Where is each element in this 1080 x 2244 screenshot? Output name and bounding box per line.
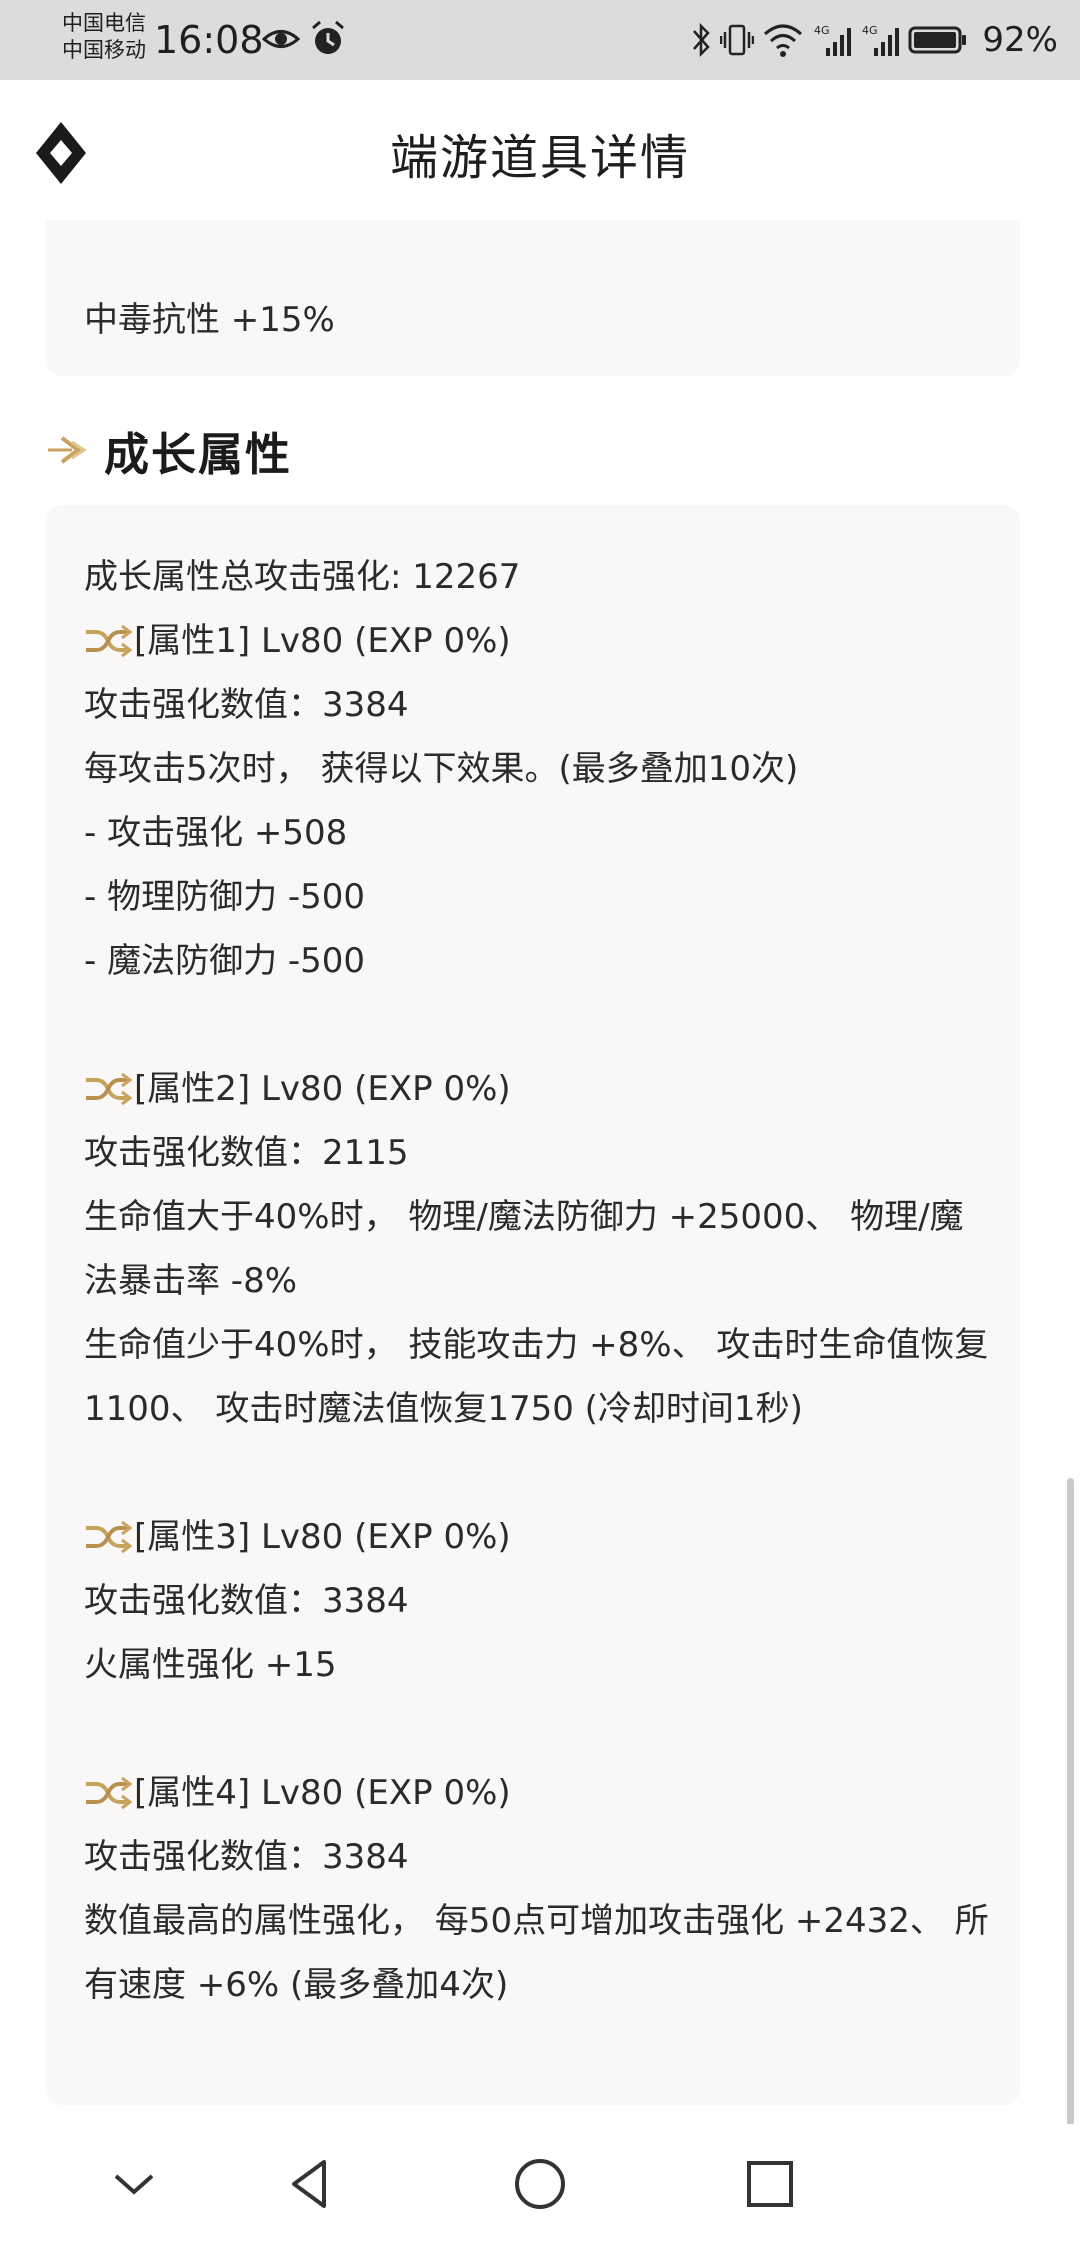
attribute-line: 攻击强化数值：3384 [84,1837,409,1877]
attribute-line: 每攻击5次时， 获得以下效果。(最多叠加10次) [84,749,799,789]
scrollbar[interactable] [1067,1478,1074,2128]
attribute-line: 火属性强化 +15 [84,1645,337,1685]
attribute-line: 生命值大于40%时， 物理/魔法防御力 +25000、 物理/魔法暴击率 -8% [84,1197,964,1301]
status-right: 4G 4G 92% [690,18,1058,62]
shuffle-icon [86,624,132,658]
wifi-icon [764,24,803,57]
vibrate-icon [720,24,755,56]
growth-content: 成长属性总攻击强化: 12267 [属性1] Lv80 (EXP 0%) 攻击强… [84,545,994,2017]
cell-signal-1-icon: 4G [814,24,852,56]
attribute-title: [属性3] Lv80 (EXP 0%) [134,1517,511,1557]
effect-line: 中毒抗性 +15% [84,300,335,340]
battery-icon [908,26,967,54]
attribute-line: 攻击强化数值：3384 [84,685,409,725]
attribute-line: 攻击强化数值：3384 [84,1581,409,1621]
attribute-header: [属性4] Lv80 (EXP 0%) [84,1761,994,1825]
status-bar: 中国电信 中国移动 16:08 4G 4G 92% [0,0,1080,80]
attribute-line: 数值最高的属性强化， 每50点可增加攻击强化 +2432、 所有速度 +6% (… [84,1901,989,2005]
alarm-icon [312,20,344,54]
attribute-line: 生命值少于40%时， 技能攻击力 +8%、 攻击时生命值恢复1100、 攻击时魔… [84,1325,989,1429]
effects-card: 中毒抗性 +15% [46,220,1020,376]
shuffle-icon [86,1776,132,1810]
battery-percent: 92% [982,20,1058,60]
section-header: 成长属性 [46,420,293,481]
clock: 16:08 [154,18,264,62]
shuffle-icon [86,1072,132,1106]
attribute-line: 攻击强化数值：2115 [84,1133,409,1173]
section-title: 成长属性 [104,427,293,481]
carrier-labels: 中国电信 中国移动 [62,10,146,64]
home-circle-icon[interactable] [510,2154,570,2214]
shuffle-icon [86,1520,132,1554]
attribute-title: [属性2] Lv80 (EXP 0%) [134,1069,511,1109]
page-title: 端游道具详情 [389,130,690,186]
chevron-down-icon[interactable] [104,2154,164,2214]
carrier-2: 中国移动 [62,38,146,62]
signal-2-label: 4G [862,24,878,37]
eye-icon [262,30,300,48]
attribute-header: [属性2] Lv80 (EXP 0%) [84,1057,994,1121]
growth-total: 成长属性总攻击强化: 12267 [84,557,521,597]
signal-1-label: 4G [814,24,830,37]
recents-square-icon[interactable] [740,2154,800,2214]
carrier-1: 中国电信 [62,11,146,35]
arrow-right-icon [48,436,87,464]
attribute-title: [属性4] Lv80 (EXP 0%) [134,1773,511,1813]
attribute-line: - 攻击强化 +508 [84,813,348,853]
system-nav-bar [0,2124,1080,2244]
bluetooth-icon [693,22,711,58]
app-header: 端游道具详情 [0,80,1080,220]
attribute-line: - 物理防御力 -500 [84,877,366,917]
growth-attributes-card: 成长属性总攻击强化: 12267 [属性1] Lv80 (EXP 0%) 攻击强… [46,505,1020,2105]
attribute-line: - 魔法防御力 -500 [84,941,366,981]
attribute-header: [属性3] Lv80 (EXP 0%) [84,1505,994,1569]
cell-signal-2-icon: 4G [862,24,900,56]
back-triangle-icon[interactable] [280,2154,340,2214]
attribute-header: [属性1] Lv80 (EXP 0%) [84,609,994,673]
attribute-title: [属性1] Lv80 (EXP 0%) [134,621,511,661]
